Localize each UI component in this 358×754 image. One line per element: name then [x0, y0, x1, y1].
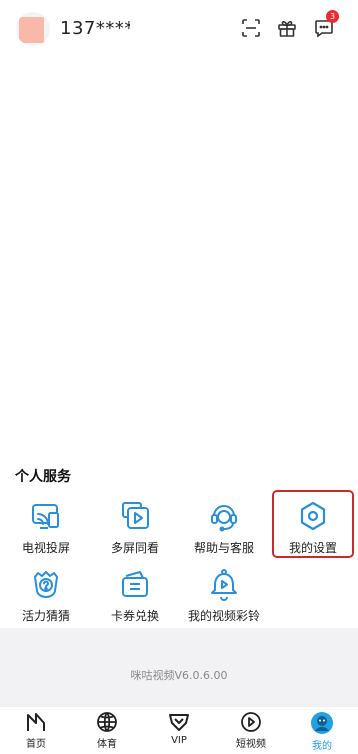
service-tv-cast[interactable]: 电视投屏 — [3, 499, 89, 556]
profile-header: 137**** 3 — [0, 0, 358, 56]
service-guess[interactable]: 活力猜猜 — [3, 567, 89, 624]
tab-label: 首页 — [26, 739, 46, 750]
settings-highlight-box — [272, 490, 354, 558]
short-video-icon — [241, 712, 261, 732]
service-label: 电视投屏 — [21, 541, 70, 555]
message-badge: 3 — [326, 10, 339, 23]
video-ringtone-icon — [211, 569, 237, 601]
tab-me[interactable]: 我的 — [294, 711, 350, 752]
tab-vip[interactable]: VIP — [151, 711, 207, 746]
profile-icon — [311, 712, 333, 734]
service-help[interactable]: 帮助与客服 — [181, 499, 267, 556]
tab-sports[interactable]: 体育 — [79, 711, 135, 750]
username[interactable]: 137**** — [60, 18, 130, 39]
gift-button[interactable] — [275, 16, 299, 40]
guess-icon — [34, 571, 58, 598]
service-video-ringtone[interactable]: 我的视频彩铃 — [178, 567, 270, 624]
app-version: 咪咕视频V6.0.6.00 — [130, 669, 228, 682]
avatar-image — [19, 17, 44, 43]
service-label: 多屏同看 — [110, 541, 159, 555]
vip-icon — [169, 714, 189, 731]
service-label: 帮助与客服 — [193, 541, 254, 555]
tv-cast-icon — [32, 504, 59, 529]
customer-service-icon — [211, 505, 237, 532]
multi-screen-icon — [122, 502, 149, 529]
scan-button[interactable] — [239, 16, 263, 40]
tab-label: 我的 — [312, 741, 332, 752]
service-label: 活力猜猜 — [21, 609, 70, 623]
sports-ball-icon — [97, 712, 117, 732]
home-icon — [27, 713, 45, 731]
service-multi-screen[interactable]: 多屏同看 — [92, 499, 178, 556]
section-title: 个人服务 — [15, 469, 71, 485]
bottom-tab-bar: 首页 体育 VIP 短视频 我的 — [0, 706, 358, 754]
gift-icon — [278, 21, 296, 37]
tab-label: 体育 — [97, 739, 117, 750]
tab-label: VIP — [171, 735, 187, 746]
tab-label: 短视频 — [236, 739, 266, 750]
service-label: 卡券兑换 — [110, 609, 159, 623]
tab-short-video[interactable]: 短视频 — [223, 711, 279, 750]
tab-home[interactable]: 首页 — [8, 711, 64, 750]
coupon-icon — [122, 571, 148, 597]
scan-icon — [242, 19, 260, 37]
avatar[interactable] — [16, 12, 50, 46]
service-coupon[interactable]: 卡券兑换 — [92, 567, 178, 624]
service-label: 我的视频彩铃 — [187, 609, 260, 623]
